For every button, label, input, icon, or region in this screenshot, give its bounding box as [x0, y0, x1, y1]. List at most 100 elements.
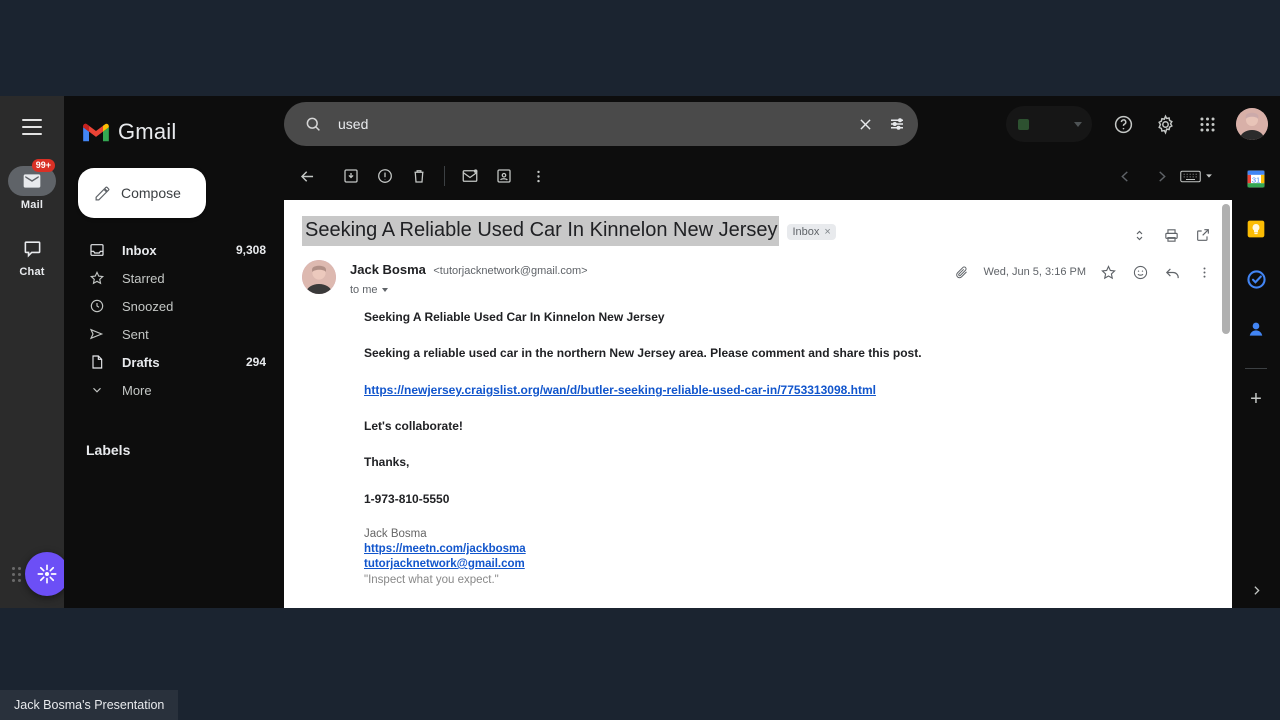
- archive-box-icon[interactable]: [334, 159, 368, 193]
- search-bar[interactable]: [284, 102, 918, 146]
- svg-text:31: 31: [1252, 175, 1260, 184]
- message-actions: Wed, Jun 5, 3:16 PM: [951, 260, 1232, 282]
- chevron-right-icon[interactable]: [1144, 159, 1178, 193]
- email-body: Seeking A Reliable Used Car In Kinnelon …: [302, 296, 1232, 608]
- sidebar-item-sent[interactable]: Sent: [64, 320, 284, 348]
- google-keep-icon[interactable]: [1243, 216, 1269, 242]
- trash-icon[interactable]: [402, 159, 436, 193]
- toolbar-pagination: [1108, 159, 1218, 193]
- back-arrow-icon[interactable]: [290, 159, 324, 193]
- nav-sidebar: Gmail Compose Inbox 9,308 Starred Snooze…: [64, 96, 284, 608]
- reply-arrow-icon[interactable]: [1162, 262, 1182, 282]
- message-card: Seeking A Reliable Used Car In Kinnelon …: [284, 200, 1232, 608]
- sidebar-label-snoozed: Snoozed: [122, 298, 174, 314]
- side-panel: 31 +: [1232, 152, 1280, 608]
- move-to-inbox-icon[interactable]: [487, 159, 521, 193]
- nav-list: Inbox 9,308 Starred Snoozed Sent Drafts …: [64, 236, 284, 404]
- status-dot: [1018, 118, 1029, 130]
- chevron-left-icon[interactable]: [1108, 159, 1142, 193]
- keyboard-input-tools-button[interactable]: [1180, 169, 1218, 184]
- user-avatar[interactable]: [1236, 108, 1268, 140]
- side-panel-divider: [1245, 368, 1267, 369]
- rail-item-mail[interactable]: 99+ Mail: [0, 159, 64, 211]
- compose-button[interactable]: Compose: [78, 168, 206, 218]
- sidebar-label-inbox: Inbox: [122, 242, 157, 258]
- labels-title: Labels: [86, 442, 131, 458]
- print-icon[interactable]: [1160, 224, 1182, 246]
- keyboard-input-tools-icon: [1180, 169, 1201, 184]
- toolbar-divider: [444, 166, 445, 186]
- side-panel-expand-button[interactable]: [1250, 584, 1263, 600]
- google-tasks-icon[interactable]: [1243, 266, 1269, 292]
- report-spam-icon[interactable]: [368, 159, 402, 193]
- recipient-dropdown[interactable]: to me: [350, 284, 588, 296]
- label-chip-text: Inbox: [792, 226, 820, 238]
- chat-bubble-icon: [8, 233, 56, 263]
- sender-name: Jack Bosma: [350, 262, 426, 277]
- rail-label-chat: Chat: [19, 266, 45, 278]
- label-chip-inbox[interactable]: Inbox ×: [787, 224, 836, 240]
- more-vertical-icon[interactable]: [521, 159, 555, 193]
- sender-email: <tutorjacknetwork@gmail.com>: [433, 265, 588, 277]
- mail-unread-badge: 99+: [31, 159, 55, 172]
- sidebar-label-sent: Sent: [122, 326, 149, 342]
- gmail-logo[interactable]: Gmail: [64, 106, 284, 150]
- hamburger-menu-icon[interactable]: [15, 110, 49, 144]
- app-rail: 99+ Mail Chat: [0, 96, 69, 608]
- brand-title: Gmail: [118, 119, 177, 144]
- body-line-1: Seeking A Reliable Used Car In Kinnelon …: [364, 310, 665, 324]
- google-contacts-icon[interactable]: [1243, 316, 1269, 342]
- google-calendar-icon[interactable]: 31: [1243, 166, 1269, 192]
- drag-handle-icon[interactable]: [12, 566, 21, 582]
- search-icon[interactable]: [300, 111, 326, 137]
- search-input[interactable]: [326, 116, 852, 132]
- sidebar-item-snoozed[interactable]: Snoozed: [64, 292, 284, 320]
- clock-icon: [88, 297, 106, 315]
- signature-quote: "Inspect what you expect.": [364, 573, 499, 586]
- signature-link-email[interactable]: tutorjacknetwork@gmail.com: [364, 558, 1232, 570]
- sender-avatar[interactable]: [302, 260, 336, 294]
- sidebar-item-more[interactable]: More: [64, 376, 284, 404]
- search-options-icon[interactable]: [884, 111, 910, 137]
- send-icon: [88, 325, 106, 343]
- mark-unread-icon[interactable]: [453, 159, 487, 193]
- more-vertical-icon[interactable]: [1194, 262, 1214, 282]
- desktop-background: 99+ Mail Chat Gmail Compose Inbox 9,308 …: [0, 0, 1280, 720]
- taskbar-item[interactable]: Jack Bosma's Presentation: [0, 690, 179, 720]
- subject-actions: [1128, 216, 1232, 246]
- add-addon-button[interactable]: +: [1250, 389, 1262, 409]
- pane-wrap: Seeking A Reliable Used Car In Kinnelon …: [284, 152, 1280, 608]
- signature-link-meetn[interactable]: https://meetn.com/jackbosma: [364, 543, 1232, 555]
- open-in-new-window-icon[interactable]: [1192, 224, 1214, 246]
- scrollbar-track[interactable]: [1220, 200, 1232, 608]
- help-question-icon[interactable]: [1104, 105, 1142, 143]
- rail-item-chat[interactable]: Chat: [0, 233, 64, 278]
- inbox-icon: [88, 241, 106, 259]
- apps-grid-icon[interactable]: [1188, 105, 1226, 143]
- sidebar-label-starred: Starred: [122, 270, 165, 286]
- sidebar-item-inbox[interactable]: Inbox 9,308: [64, 236, 284, 264]
- chevron-down-icon: [1204, 171, 1214, 181]
- star-outline-icon[interactable]: [1098, 262, 1118, 282]
- asterisk-burst-icon[interactable]: [25, 552, 69, 596]
- body-line-2: Seeking a reliable used car in the north…: [364, 346, 922, 361]
- scrollbar-thumb[interactable]: [1222, 204, 1230, 334]
- chevron-down-icon: [381, 288, 388, 292]
- topbar: [284, 96, 1280, 152]
- close-x-icon[interactable]: [852, 111, 878, 137]
- gear-icon[interactable]: [1146, 105, 1184, 143]
- body-line-3: Let's collaborate!: [364, 418, 463, 433]
- chevron-down-icon: [88, 381, 106, 399]
- sidebar-label-drafts: Drafts: [122, 354, 160, 370]
- label-chip-remove-icon[interactable]: ×: [824, 226, 830, 238]
- paperclip-icon: [951, 262, 971, 282]
- emoji-react-icon[interactable]: [1130, 262, 1150, 282]
- rail-label-mail: Mail: [20, 199, 44, 211]
- expand-collapse-icon[interactable]: [1128, 224, 1150, 246]
- craigslist-link[interactable]: https://newjersey.craigslist.org/wan/d/b…: [364, 383, 1232, 397]
- sidebar-item-drafts[interactable]: Drafts 294: [64, 348, 284, 376]
- sidebar-count-drafts: 294: [245, 355, 266, 369]
- sidebar-item-starred[interactable]: Starred: [64, 264, 284, 292]
- status-pill[interactable]: [1006, 106, 1092, 142]
- recipient-label: to me: [350, 284, 378, 296]
